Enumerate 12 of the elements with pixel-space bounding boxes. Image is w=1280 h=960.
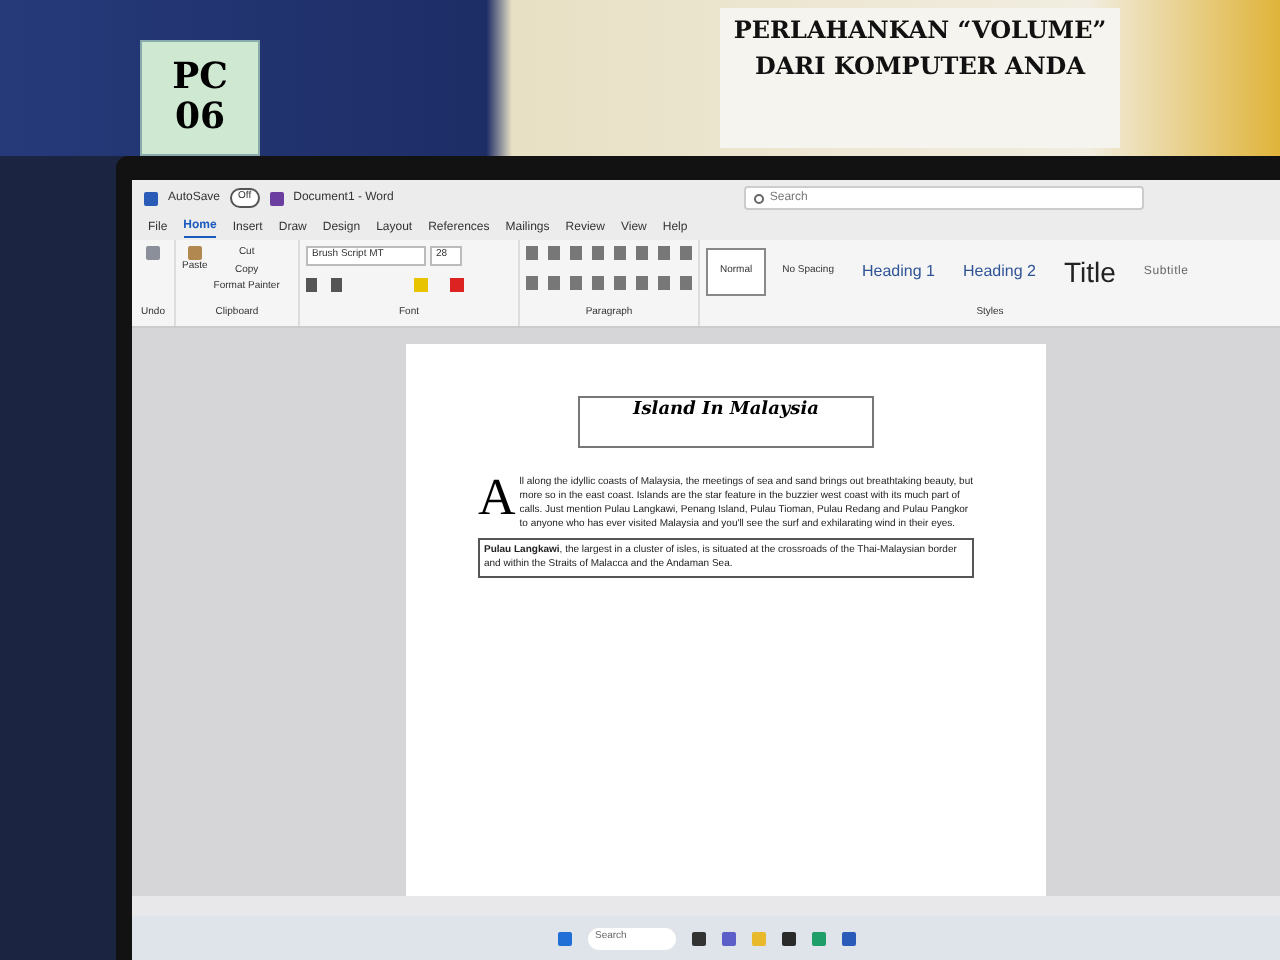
poster-text: PERLAHANKAN “VOLUME” — [733, 14, 1107, 48]
document-title: Island In Malaysia — [633, 398, 819, 424]
poster-text: DARI KOMPUTER ANDA — [754, 50, 1086, 84]
style-option[interactable]: Title — [1051, 248, 1128, 296]
sign-label: PC — [172, 58, 228, 98]
style-option[interactable]: Heading 1 — [849, 248, 947, 296]
search-icon — [753, 193, 764, 203]
style-option[interactable]: Heading 2 — [950, 248, 1048, 296]
alignment-icons[interactable] — [526, 275, 692, 290]
drop-cap: A — [478, 476, 516, 530]
paragraph-icons[interactable] — [526, 246, 692, 260]
sign-number: 06 — [174, 98, 226, 138]
